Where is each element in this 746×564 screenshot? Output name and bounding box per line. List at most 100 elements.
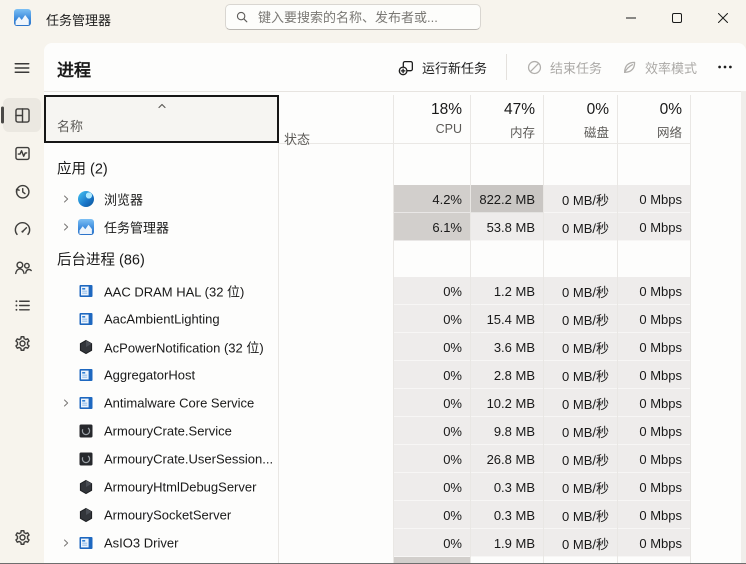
process-row[interactable]: AcPowerNotification (32 位)0%3.6 MB0 MB/秒… [44,333,746,361]
sidebar-item-users[interactable] [0,248,44,286]
column-header-disk[interactable]: 0% 磁盘 [543,95,617,143]
cpu-total-percent: 18% [393,101,462,119]
process-row[interactable]: ArmouryHtmlDebugServer0%0.3 MB0 MB/秒0 Mb… [44,473,746,501]
process-row[interactable]: AggregatorHost0%2.8 MB0 MB/秒0 Mbps [44,361,746,389]
cpu-cell: 0% [394,501,470,529]
sidebar-item-details[interactable] [0,286,44,324]
network-cell: 0 Mbps [618,389,690,417]
toolbar-separator [506,54,507,80]
network-cell: 0 Mbps [618,185,690,213]
settings-gear-icon[interactable] [9,525,35,549]
process-name: 任务管理器 [104,218,169,237]
memory-cell: 53.8 MB [471,213,543,241]
process-row[interactable]: ArmourySocketServer0%0.3 MB0 MB/秒0 Mbps [44,501,746,529]
task-manager-window: 任务管理器 进程 [0,0,746,564]
users-icon [13,258,32,277]
process-name: AAC DRAM HAL (32 位) [104,282,244,301]
cpu-cell [394,557,470,564]
memory-cell: 10.2 MB [471,389,543,417]
sort-ascending-icon [156,98,168,116]
memory-column-label: 内存 [470,122,535,141]
search-input[interactable] [256,9,471,26]
disk-cell [544,557,617,564]
memory-cell: 2.8 MB [471,361,543,389]
column-header-cpu[interactable]: 18% CPU [393,95,470,143]
details-icon [13,296,32,315]
app-window-icon [78,535,94,551]
search-box[interactable] [225,4,481,30]
minimize-button[interactable] [608,0,654,35]
maximize-button[interactable] [654,0,700,35]
run-new-task-icon [398,59,415,76]
network-cell: 0 Mbps [618,417,690,445]
column-header-memory[interactable]: 47% 内存 [470,95,543,143]
window-title: 任务管理器 [46,10,111,29]
memory-cell: 0.3 MB [471,473,543,501]
disk-cell: 0 MB/秒 [544,277,617,305]
vertical-scrollbar[interactable] [741,91,746,564]
process-row[interactable]: ArmouryCrate.Service0%9.8 MB0 MB/秒0 Mbps [44,417,746,445]
app-window-icon [78,395,94,411]
startup-apps-icon [13,220,32,239]
efficiency-mode-button[interactable]: 效率模式 [621,58,697,77]
app-history-icon [13,182,32,201]
cpu-cell: 0% [394,529,470,557]
sidebar-item-startup-apps[interactable] [0,210,44,248]
sidebar-item-services[interactable] [0,324,44,362]
process-row[interactable]: 任务管理器6.1%53.8 MB0 MB/秒0 Mbps [44,213,746,241]
sidebar [0,35,44,564]
network-cell: 0 Mbps [618,305,690,333]
process-row[interactable]: Antimalware Core Service0%10.2 MB0 MB/秒0… [44,389,746,417]
network-cell: 0 Mbps [618,333,690,361]
disk-column-label: 磁盘 [543,122,609,141]
group-label: 应用 (2) [57,157,108,178]
process-name: ArmourySocketServer [104,508,231,523]
process-name: ArmouryCrate.Service [104,424,232,439]
process-row[interactable]: ArmouryCrate.UserSession...0%26.8 MB0 MB… [44,445,746,473]
end-task-label: 结束任务 [550,58,602,77]
efficiency-mode-label: 效率模式 [645,58,697,77]
process-row[interactable]: AacAmbientLighting0%15.4 MB0 MB/秒0 Mbps [44,305,746,333]
more-options-button[interactable] [716,58,734,76]
dark-square-icon [78,423,94,439]
process-name: AsIO3 Driver [104,536,178,551]
column-header-name[interactable]: 名称 [44,95,279,143]
network-cell: 0 Mbps [618,445,690,473]
sidebar-item-app-history[interactable] [0,172,44,210]
close-button[interactable] [700,0,746,35]
expand-chevron-icon[interactable] [60,193,72,205]
selected-indicator [1,107,4,124]
memory-cell: 1.2 MB [471,277,543,305]
hamburger-menu-button[interactable] [9,57,35,79]
end-task-button[interactable]: 结束任务 [526,58,602,77]
sidebar-item-performance[interactable] [0,134,44,172]
network-cell: 0 Mbps [618,529,690,557]
processes-icon [13,106,32,125]
expand-chevron-icon[interactable] [60,397,72,409]
process-row[interactable]: 浏览器4.2%822.2 MB0 MB/秒0 Mbps [44,185,746,213]
cpu-cell: 0% [394,361,470,389]
process-row-partial[interactable] [44,557,746,564]
process-row[interactable]: AsIO3 Driver0%1.9 MB0 MB/秒0 Mbps [44,529,746,557]
network-cell: 0 Mbps [618,501,690,529]
network-cell: 0 Mbps [618,213,690,241]
expand-chevron-icon[interactable] [60,221,72,233]
disk-cell: 0 MB/秒 [544,473,617,501]
dark-orb-icon [78,507,94,523]
process-row[interactable]: AAC DRAM HAL (32 位)0%1.2 MB0 MB/秒0 Mbps [44,277,746,305]
process-name: 浏览器 [104,190,143,209]
memory-cell: 15.4 MB [471,305,543,333]
column-header-network[interactable]: 0% 网络 [617,95,690,143]
main-panel: 进程 运行新任务 结束任务 [44,43,746,564]
column-header-status[interactable]: 状态 [284,129,310,148]
edge-icon [78,191,94,207]
expand-chevron-icon[interactable] [60,537,72,549]
network-total-percent: 0% [617,101,682,119]
cpu-cell: 4.2% [394,185,470,213]
process-name: ArmouryCrate.UserSession... [104,452,273,467]
dark-orb-icon [78,339,94,355]
run-new-task-button[interactable]: 运行新任务 [398,58,487,77]
network-cell [618,557,690,564]
window-controls [608,0,746,35]
sidebar-item-processes[interactable] [0,96,44,134]
